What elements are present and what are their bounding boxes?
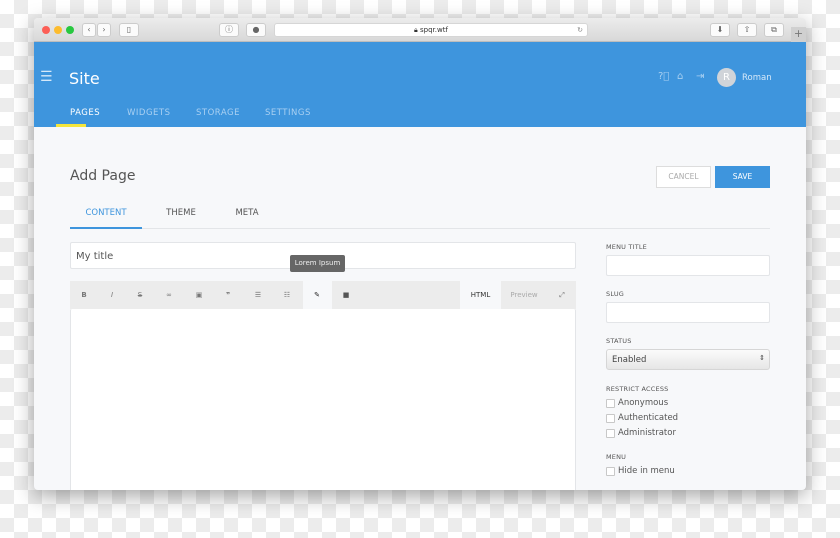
cancel-button[interactable]: CANCEL <box>656 166 711 188</box>
slug-input[interactable] <box>606 302 770 323</box>
browser-window: ‹ › ▯ ⓘ ● 🔒︎ spqr.wtf ↻ ⬇ ⇧ ⧉ + ☰ Site ?⃝… <box>34 18 806 490</box>
link-icon[interactable]: ∞ <box>159 291 179 299</box>
hide-in-menu-checkbox[interactable] <box>606 467 615 476</box>
administrator-checkbox[interactable] <box>606 429 615 438</box>
new-tab-icon[interactable]: + <box>791 27 806 42</box>
video-icon[interactable]: ■ <box>336 291 356 299</box>
tabs-icon[interactable]: ⧉ <box>764 23 784 37</box>
authenticated-label: Authenticated <box>618 413 679 423</box>
status-label: STATUS <box>606 337 632 345</box>
italic-icon[interactable]: I <box>102 291 122 299</box>
tooltip: Lorem Ipsum <box>290 255 345 272</box>
close-window-button[interactable] <box>42 26 50 34</box>
menu-title-label: MENU TITLE <box>606 243 647 251</box>
numbered-list-icon[interactable]: ☷ <box>277 291 297 299</box>
tab-meta[interactable]: META <box>222 208 272 218</box>
reload-icon[interactable]: ↻ <box>577 24 583 36</box>
status-select[interactable]: Enabled ⇕ <box>606 349 770 370</box>
minimize-window-button[interactable] <box>54 26 62 34</box>
image-icon[interactable]: ▣ <box>189 291 209 299</box>
lock-icon: 🔒︎ <box>414 26 418 34</box>
menu-title-input[interactable] <box>606 255 770 276</box>
slug-label: SLUG <box>606 290 625 298</box>
app-title: Site <box>69 69 100 88</box>
avatar[interactable]: R <box>717 68 736 87</box>
administrator-label: Administrator <box>618 428 676 438</box>
restrict-access-label: RESTRICT ACCESS <box>606 385 669 393</box>
menu-label: MENU <box>606 453 627 461</box>
anonymous-checkbox[interactable] <box>606 399 615 408</box>
zoom-window-button[interactable] <box>66 26 74 34</box>
logout-icon[interactable]: ⇥ <box>696 71 704 82</box>
extension-icon[interactable]: ● <box>246 23 266 37</box>
address-bar[interactable]: 🔒︎ spqr.wtf ↻ <box>274 23 588 37</box>
page-title: Add Page <box>70 168 136 184</box>
active-nav-indicator <box>56 124 86 127</box>
url-text: spqr.wtf <box>420 26 448 34</box>
bullet-list-icon[interactable]: ☰ <box>248 291 268 299</box>
nav-pages[interactable]: PAGES <box>70 108 100 118</box>
strikethrough-icon[interactable]: S <box>130 291 150 299</box>
nav-widgets[interactable]: WIDGETS <box>127 108 171 118</box>
hamburger-menu-icon[interactable]: ☰ <box>40 69 53 85</box>
nav-settings[interactable]: SETTINGS <box>265 108 311 118</box>
save-button[interactable]: SAVE <box>715 166 770 188</box>
hide-in-menu-label: Hide in menu <box>618 466 675 476</box>
fullscreen-icon[interactable]: ⤢ <box>552 291 572 300</box>
sidebar-toggle-icon[interactable]: ▯ <box>119 23 139 37</box>
browser-toolbar: ‹ › ▯ ⓘ ● 🔒︎ spqr.wtf ↻ ⬇ ⇧ ⧉ + <box>34 18 806 42</box>
password-icon[interactable]: ⓘ <box>219 23 239 37</box>
tab-content[interactable]: CONTENT <box>70 208 142 218</box>
preview-mode-tab[interactable]: Preview <box>504 291 544 299</box>
home-icon[interactable]: ⌂ <box>677 71 683 82</box>
pencil-icon[interactable]: ✎ <box>307 291 327 299</box>
tabs-divider <box>70 228 770 229</box>
html-mode-tab[interactable]: HTML <box>460 291 501 299</box>
tab-theme[interactable]: THEME <box>156 208 206 218</box>
anonymous-label: Anonymous <box>618 398 669 408</box>
back-icon[interactable]: ‹ <box>82 23 96 37</box>
forward-icon[interactable]: › <box>97 23 111 37</box>
status-value: Enabled <box>612 355 647 365</box>
download-icon[interactable]: ⬇ <box>710 23 730 37</box>
editor-body[interactable] <box>70 309 576 490</box>
authenticated-checkbox[interactable] <box>606 414 615 423</box>
user-name[interactable]: Roman <box>742 73 772 83</box>
active-tab-indicator <box>70 227 142 229</box>
share-icon[interactable]: ⇧ <box>737 23 757 37</box>
quote-icon[interactable]: ❞ <box>218 291 238 299</box>
help-icon[interactable]: ?⃝ <box>658 71 669 82</box>
bold-icon[interactable]: B <box>74 291 94 299</box>
select-arrows-icon: ⇕ <box>759 354 765 362</box>
nav-storage[interactable]: STORAGE <box>196 108 240 118</box>
